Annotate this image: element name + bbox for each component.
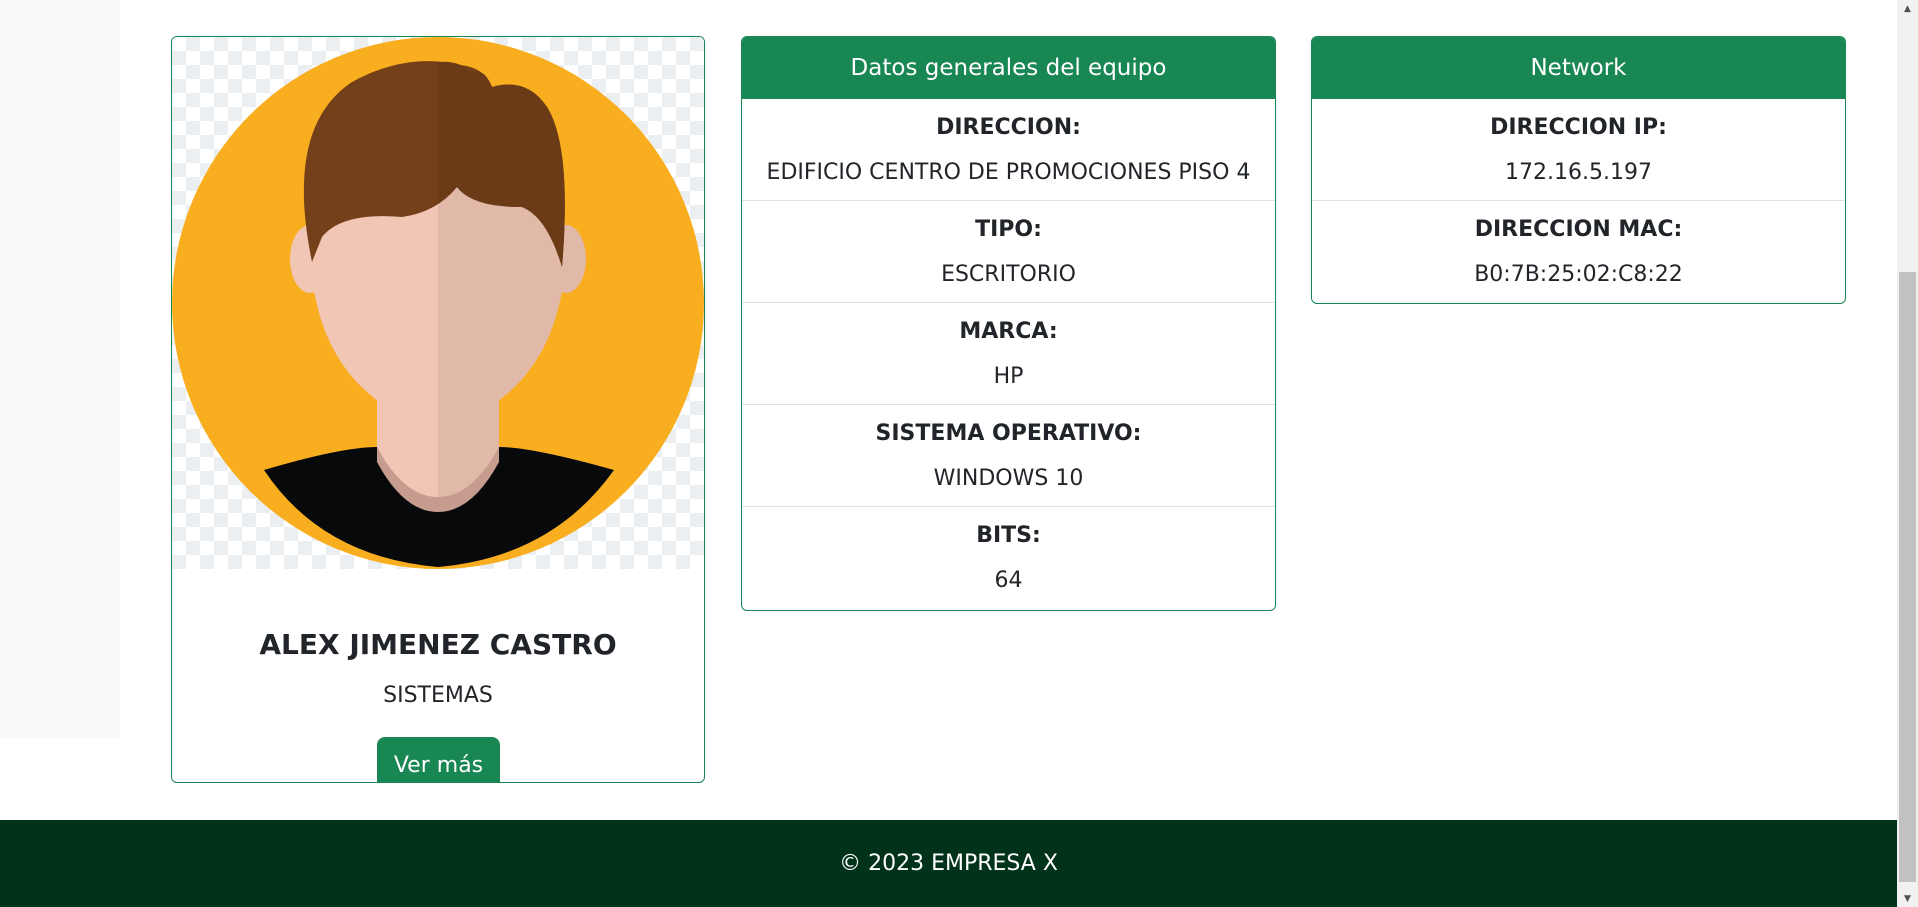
scroll-up-arrow-icon[interactable]: ▲ bbox=[1897, 0, 1918, 17]
field-ip-address: DIRECCION IP: 172.16.5.197 bbox=[1312, 99, 1845, 201]
field-label: TIPO: bbox=[975, 216, 1042, 242]
field-value: 172.16.5.197 bbox=[1505, 159, 1652, 185]
profile-card: ALEX JIMENEZ CASTRO SISTEMAS Ver más bbox=[171, 36, 705, 783]
footer-copyright: © 2023 EMPRESA X bbox=[839, 851, 1058, 876]
vertical-scrollbar[interactable]: ▲ ▼ bbox=[1897, 0, 1918, 907]
field-label: MARCA: bbox=[959, 318, 1058, 344]
user-avatar-illustration bbox=[172, 37, 704, 569]
general-data-card: Datos generales del equipo DIRECCION: ED… bbox=[741, 36, 1276, 611]
sidebar-background bbox=[0, 0, 120, 738]
profile-name: ALEX JIMENEZ CASTRO bbox=[259, 628, 617, 661]
field-value: HP bbox=[993, 363, 1024, 389]
field-bits: BITS: 64 bbox=[742, 507, 1275, 609]
field-label: DIRECCION IP: bbox=[1490, 114, 1667, 140]
field-value: 64 bbox=[994, 568, 1023, 593]
field-tipo: TIPO: ESCRITORIO bbox=[742, 201, 1275, 303]
scroll-down-arrow-icon[interactable]: ▼ bbox=[1897, 890, 1918, 907]
field-label: SISTEMA OPERATIVO: bbox=[875, 420, 1142, 446]
profile-department: SISTEMAS bbox=[383, 683, 493, 708]
field-value: WINDOWS 10 bbox=[933, 465, 1084, 491]
page-footer: © 2023 EMPRESA X bbox=[0, 820, 1897, 907]
field-direccion: DIRECCION: EDIFICIO CENTRO DE PROMOCIONE… bbox=[742, 99, 1275, 201]
scrollbar-thumb[interactable] bbox=[1899, 272, 1916, 882]
field-label: DIRECCION: bbox=[936, 114, 1081, 140]
field-sistema-operativo: SISTEMA OPERATIVO: WINDOWS 10 bbox=[742, 405, 1275, 507]
field-marca: MARCA: HP bbox=[742, 303, 1275, 405]
field-value: EDIFICIO CENTRO DE PROMOCIONES PISO 4 bbox=[766, 159, 1251, 185]
view-more-button[interactable]: Ver más bbox=[377, 737, 500, 782]
field-mac-address: DIRECCION MAC: B0:7B:25:02:C8:22 bbox=[1312, 201, 1845, 303]
network-header: Network bbox=[1312, 37, 1845, 99]
field-label: DIRECCION MAC: bbox=[1474, 217, 1683, 242]
field-label: BITS: bbox=[976, 523, 1041, 548]
general-data-header: Datos generales del equipo bbox=[742, 37, 1275, 99]
field-value: B0:7B:25:02:C8:22 bbox=[1474, 262, 1683, 287]
field-value: ESCRITORIO bbox=[941, 261, 1076, 287]
network-card: Network DIRECCION IP: 172.16.5.197 DIREC… bbox=[1311, 36, 1846, 304]
